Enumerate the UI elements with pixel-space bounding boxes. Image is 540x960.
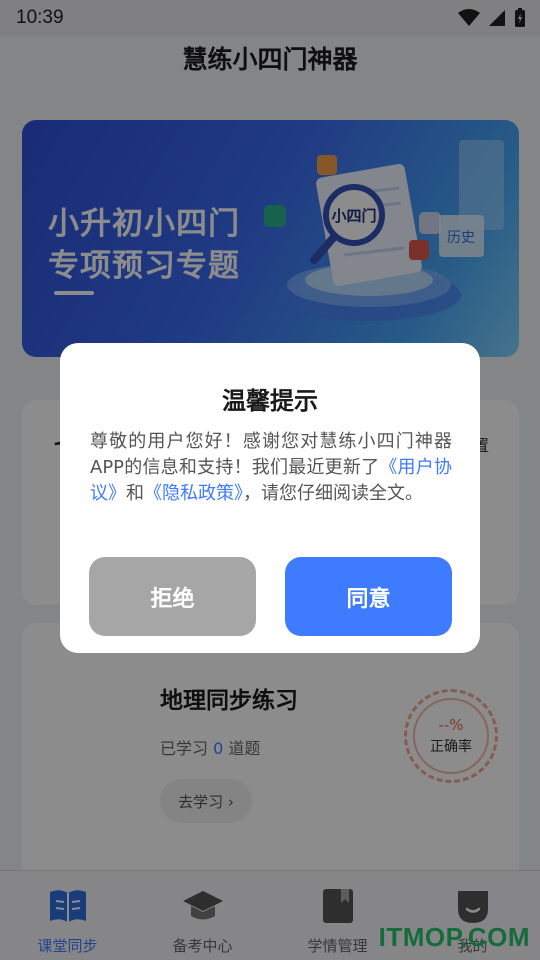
dialog-text-outro: ，请您仔细阅读全文。	[243, 483, 423, 504]
dialog-text-and: 和	[126, 483, 144, 504]
dialog-body: 尊敬的用户您好！感谢您对慧练小四门神器APP的信息和支持！我们最近更新了《用户协…	[90, 429, 452, 507]
reject-button[interactable]: 拒绝	[89, 557, 256, 636]
agree-button[interactable]: 同意	[285, 557, 452, 636]
privacy-policy-link[interactable]: 《隐私政策》	[144, 483, 243, 504]
privacy-dialog: 温馨提示 尊敬的用户您好！感谢您对慧练小四门神器APP的信息和支持！我们最近更新…	[60, 343, 480, 653]
dialog-title: 温馨提示	[222, 387, 318, 415]
